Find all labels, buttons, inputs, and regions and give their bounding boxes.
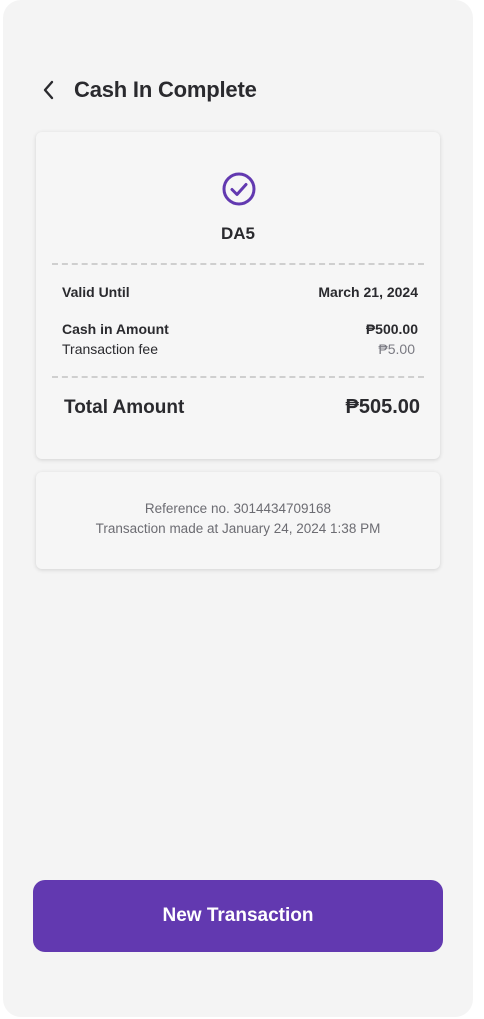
- fee-label: Transaction fee: [62, 341, 158, 357]
- reference-card: Reference no. 3014434709168 Transaction …: [36, 472, 440, 569]
- reference-number: Reference no. 3014434709168: [144, 501, 332, 516]
- cash-in-label: Cash in Amount: [62, 321, 169, 337]
- divider: [52, 263, 424, 265]
- valid-until-value: March 21, 2024: [318, 284, 418, 300]
- total-amount-row: Total Amount ₱505.00: [64, 396, 420, 419]
- check-circle-icon: [222, 172, 256, 206]
- valid-until-label: Valid Until: [62, 284, 130, 300]
- chevron-left-icon: [43, 80, 54, 100]
- divider: [52, 376, 424, 378]
- transaction-summary-card: DA5 Valid Until March 21, 2024 Cash in A…: [36, 132, 440, 459]
- total-label: Total Amount: [64, 397, 185, 418]
- cash-in-value: ₱500.00: [365, 321, 418, 337]
- transaction-code: DA5: [220, 224, 255, 243]
- transaction-timestamp: Transaction made at January 24, 2024 1:3…: [95, 521, 381, 536]
- app-screen: Cash In Complete DA5 Valid Until March 2…: [3, 0, 473, 1017]
- page-title: Cash In Complete: [74, 77, 257, 102]
- cash-in-amount-row: Cash in Amount ₱500.00: [62, 321, 418, 337]
- total-value: ₱505.00: [345, 396, 420, 418]
- fee-value: ₱5.00: [378, 341, 415, 357]
- valid-until-row: Valid Until March 21, 2024: [62, 284, 418, 300]
- new-transaction-button[interactable]: New Transaction: [33, 880, 443, 952]
- header: Cash In Complete: [36, 74, 257, 106]
- back-button[interactable]: [36, 74, 60, 106]
- transaction-fee-row: Transaction fee ₱5.00: [62, 341, 415, 357]
